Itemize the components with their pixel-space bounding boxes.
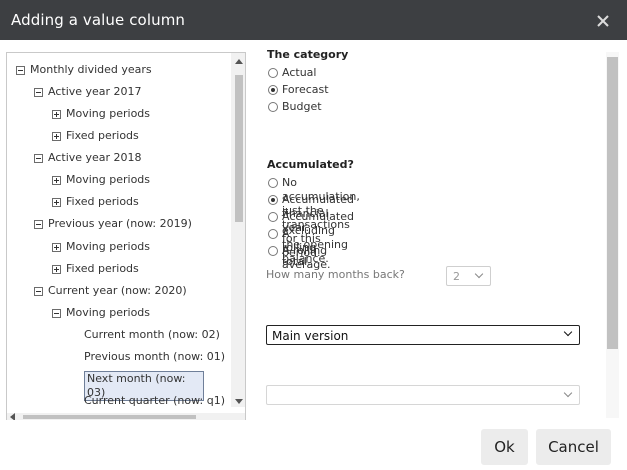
months-back-select[interactable]: 2 [446, 266, 491, 286]
expand-icon[interactable] [52, 110, 61, 119]
radio-checked-icon[interactable] [268, 195, 278, 205]
scroll-up-icon[interactable] [235, 59, 243, 64]
collapse-icon[interactable] [16, 66, 25, 75]
tree-leaf-current-quarter[interactable]: Current quarter (now: q1) [84, 394, 225, 408]
tree-hscroll-thumb[interactable] [23, 415, 196, 419]
tree-leaf-previous-month[interactable]: Previous month (now: 01) [84, 350, 225, 364]
radio-icon[interactable] [268, 102, 278, 112]
secondary-select[interactable] [266, 385, 580, 405]
expand-icon[interactable] [52, 243, 61, 252]
category-title: The category [267, 48, 349, 61]
ok-button[interactable]: Ok [481, 429, 528, 465]
chevron-down-icon [474, 269, 484, 279]
close-icon[interactable] [594, 12, 612, 30]
tree-node-active-2018[interactable]: Active year 2018 [48, 151, 142, 165]
tree-node-fixed-periods[interactable]: Fixed periods [66, 262, 139, 276]
tree-node-moving-periods[interactable]: Moving periods [66, 240, 150, 254]
tree-node-moving-periods[interactable]: Moving periods [66, 107, 150, 121]
radio-checked-icon[interactable] [268, 85, 278, 95]
dialog-body: Monthly divided years Active year 2017 M… [0, 40, 627, 458]
tree-leaf-current-month[interactable]: Current month (now: 02) [84, 328, 220, 342]
collapse-icon[interactable] [34, 220, 43, 229]
collapse-icon[interactable] [52, 309, 61, 318]
expand-icon[interactable] [52, 265, 61, 274]
radio-icon[interactable] [268, 212, 278, 222]
scroll-down-icon[interactable] [235, 399, 243, 404]
expand-icon[interactable] [52, 176, 61, 185]
tree-node-active-2017[interactable]: Active year 2017 [48, 85, 142, 99]
collapse-icon[interactable] [34, 154, 43, 163]
chevron-down-icon [563, 388, 573, 398]
collapse-icon[interactable] [34, 287, 43, 296]
tree-node-moving-periods[interactable]: Moving periods [66, 173, 150, 187]
dialog-footer: Ok Cancel [0, 420, 627, 470]
tree-node-previous-year[interactable]: Previous year (now: 2019) [48, 217, 192, 231]
cancel-button[interactable]: Cancel [536, 429, 611, 465]
tree-node-moving-periods[interactable]: Moving periods [66, 306, 150, 320]
tree-node-current-year[interactable]: Current year (now: 2020) [48, 284, 187, 298]
radio-icon[interactable] [268, 178, 278, 188]
add-value-column-dialog: Adding a value column Monthly divided ye… [0, 0, 627, 470]
radio-icon[interactable] [268, 229, 278, 239]
months-back-label: How many months back? [266, 268, 405, 281]
version-select[interactable]: Main version [266, 325, 580, 345]
options-scroll-thumb[interactable] [607, 57, 618, 349]
tree-scroll-thumb[interactable] [235, 75, 243, 222]
accumulated-title: Accumulated? [267, 158, 354, 171]
chevron-down-icon [563, 327, 573, 337]
radio-icon[interactable] [268, 68, 278, 78]
radio-icon[interactable] [268, 246, 278, 256]
expand-icon[interactable] [52, 132, 61, 141]
collapse-icon[interactable] [34, 88, 43, 97]
tree-node-fixed-periods[interactable]: Fixed periods [66, 195, 139, 209]
expand-icon[interactable] [52, 198, 61, 207]
tree-node-root[interactable]: Monthly divided years [30, 63, 152, 77]
dialog-title: Adding a value column [11, 11, 186, 29]
dialog-titlebar: Adding a value column [0, 0, 627, 40]
tree-node-fixed-periods[interactable]: Fixed periods [66, 129, 139, 143]
period-tree: Monthly divided years Active year 2017 M… [6, 52, 246, 458]
options-panel: The category Actual Forecast Budget Accu… [246, 40, 627, 420]
